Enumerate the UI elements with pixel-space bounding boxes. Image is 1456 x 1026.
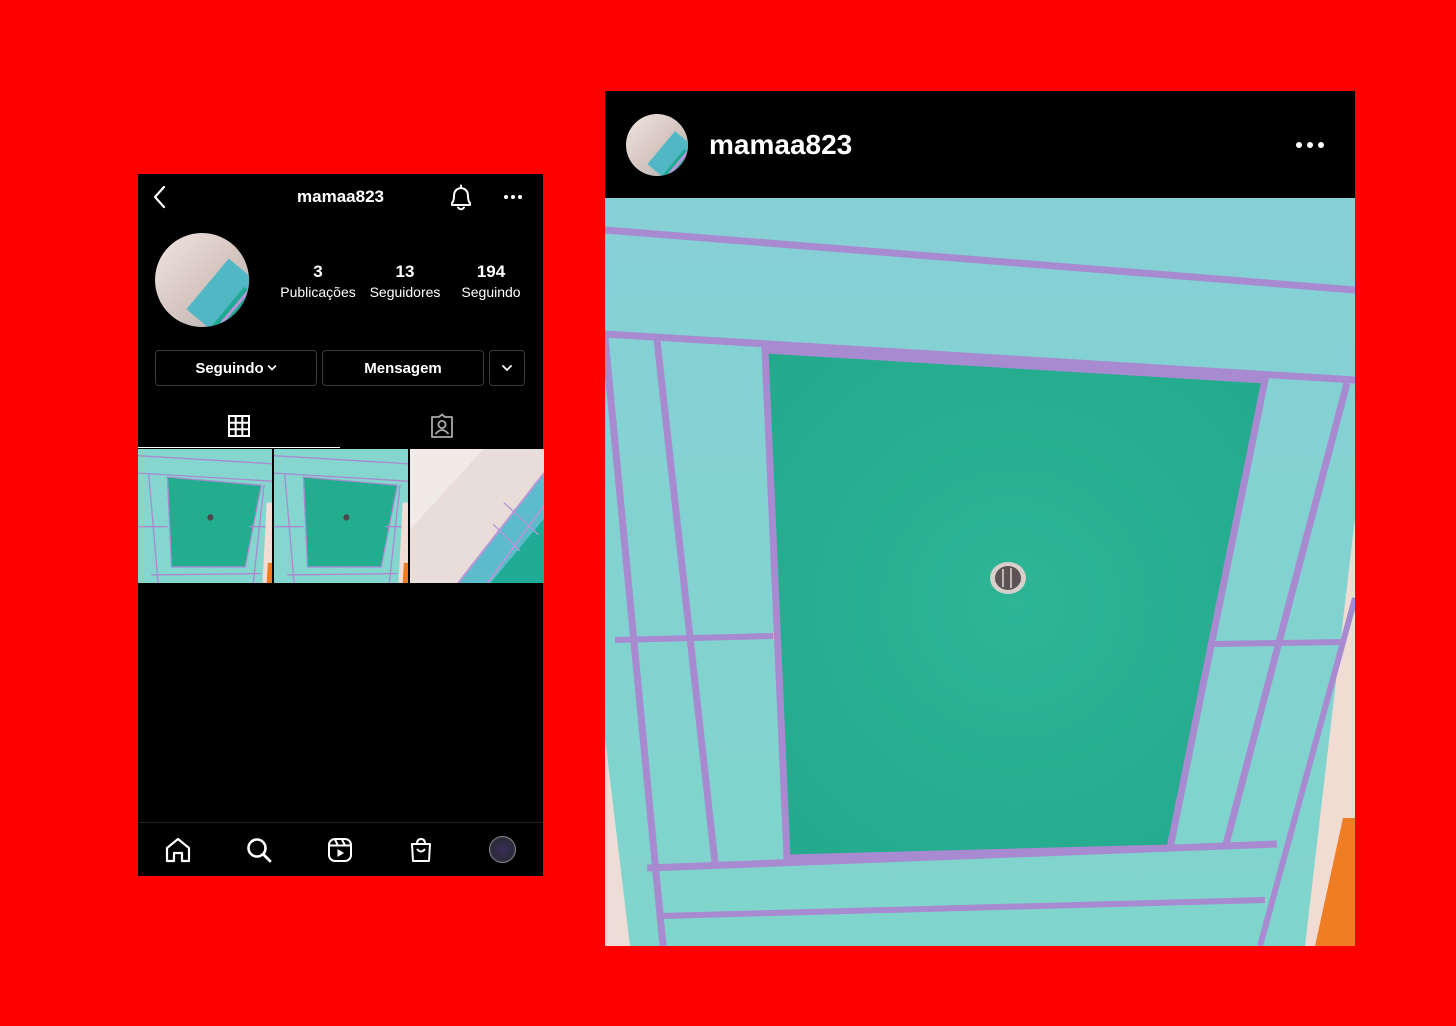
stat-posts-count: 3 — [313, 262, 323, 281]
home-icon — [165, 837, 191, 863]
profile-options-button[interactable] — [500, 184, 526, 210]
profile-username: mamaa823 — [297, 187, 384, 206]
stat-posts[interactable]: 3 Publicações — [275, 262, 361, 302]
stat-followers-label: Seguidores — [369, 284, 441, 300]
bell-icon — [451, 184, 471, 211]
post-author-username[interactable]: mamaa823 — [709, 129, 852, 161]
post-options-button[interactable] — [1290, 131, 1330, 159]
stat-following-count: 194 — [476, 262, 506, 281]
profile-screen: mamaa823 3 Publicações 13 Seguidores 194 — [138, 174, 544, 876]
nav-home[interactable] — [163, 835, 193, 865]
profile-top-bar: mamaa823 — [138, 174, 543, 222]
post-thumbnail[interactable] — [274, 449, 408, 583]
shopping-bag-icon — [411, 837, 431, 862]
stat-followers-count: 13 — [395, 262, 415, 281]
tagged-person-icon — [431, 413, 453, 438]
post-detail: mamaa823 — [605, 91, 1355, 946]
nav-shop[interactable] — [406, 835, 436, 865]
posts-grid — [138, 449, 544, 583]
stat-followers[interactable]: 13 Seguidores — [362, 262, 448, 302]
suggestions-dropdown-button[interactable] — [489, 350, 525, 386]
tab-tagged[interactable] — [341, 404, 543, 448]
stat-posts-label: Publicações — [280, 284, 356, 300]
post-thumbnail[interactable] — [410, 449, 544, 583]
following-button-label: Seguindo — [195, 359, 264, 377]
nav-profile-avatar[interactable] — [489, 836, 516, 863]
message-button[interactable]: Mensagem — [322, 350, 484, 386]
post-author-avatar[interactable] — [626, 114, 688, 176]
post-header: mamaa823 — [605, 91, 1355, 198]
notifications-button[interactable] — [447, 184, 475, 212]
stat-following-label: Seguindo — [461, 284, 521, 300]
stat-following[interactable]: 194 Seguindo — [448, 262, 534, 302]
chevron-down-icon — [267, 365, 276, 371]
nav-search[interactable] — [244, 835, 274, 865]
more-horizontal-icon — [1296, 142, 1324, 148]
post-photo-image — [605, 198, 1355, 946]
chevron-down-icon — [502, 365, 512, 372]
reels-icon — [328, 838, 352, 862]
search-icon — [247, 838, 272, 863]
profile-tabs — [138, 404, 543, 448]
post-thumbnail[interactable] — [138, 449, 272, 583]
bottom-navigation — [138, 822, 543, 876]
tab-posts-grid[interactable] — [138, 404, 340, 448]
post-photo[interactable] — [605, 198, 1355, 946]
profile-stats: 3 Publicações 13 Seguidores 194 Seguindo — [138, 262, 543, 302]
nav-reels[interactable] — [325, 835, 355, 865]
message-button-label: Mensagem — [364, 359, 442, 377]
following-button[interactable]: Seguindo — [155, 350, 317, 386]
more-horizontal-icon — [504, 195, 522, 199]
grid-icon — [228, 414, 250, 437]
